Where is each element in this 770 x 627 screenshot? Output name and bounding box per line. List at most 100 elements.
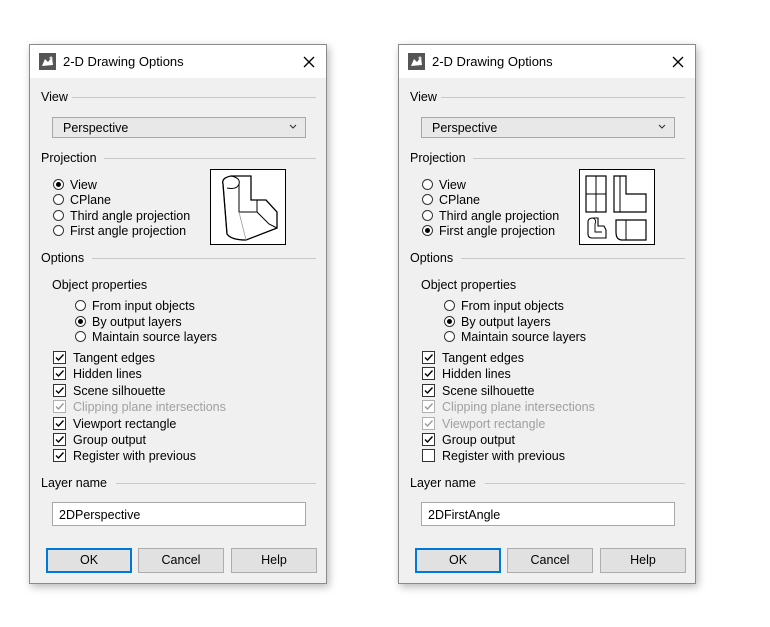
drawing-options-dialog-perspective: 2-D Drawing Options View Perspective Pro… — [29, 44, 327, 584]
checkbox-tangent-edges[interactable]: Tangent edges — [422, 350, 524, 365]
radio-button[interactable] — [444, 331, 455, 342]
checkbox-group-output[interactable]: Group output — [422, 432, 515, 447]
layer-name-input[interactable]: 2DPerspective — [52, 502, 306, 526]
checkbox-register-with-previous[interactable]: Register with previous — [422, 448, 565, 463]
checkmark-icon — [424, 436, 434, 444]
checkbox[interactable] — [422, 433, 435, 446]
radio-button[interactable] — [422, 179, 433, 190]
ok-button[interactable]: OK — [415, 548, 501, 573]
checkbox-label: Viewport rectangle — [442, 416, 546, 431]
checkbox-label: Hidden lines — [73, 366, 142, 381]
help-button[interactable]: Help — [600, 548, 686, 573]
checkbox[interactable] — [53, 367, 66, 380]
radio-button[interactable] — [75, 300, 86, 311]
checkbox[interactable] — [422, 367, 435, 380]
help-button[interactable]: Help — [231, 548, 317, 573]
checkmark-icon — [424, 354, 434, 362]
radio-button[interactable] — [444, 300, 455, 311]
object-properties-by-output-layers[interactable]: By output layers — [444, 314, 551, 329]
radio-button[interactable] — [53, 179, 64, 190]
object-properties-maintain-source[interactable]: Maintain source layers — [444, 329, 586, 344]
options-section-label: Options — [41, 251, 89, 265]
checkbox-scene-silhouette[interactable]: Scene silhouette — [422, 383, 534, 398]
perspective-shape-icon — [222, 175, 278, 241]
options-section-label: Options — [410, 251, 458, 265]
close-button[interactable] — [292, 45, 326, 78]
radio-button[interactable] — [444, 316, 455, 327]
checkbox-group-output[interactable]: Group output — [53, 432, 146, 447]
layer-name-value: 2DFirstAngle — [428, 508, 501, 522]
checkmark-icon — [424, 420, 434, 428]
object-properties-label: Object properties — [421, 278, 517, 292]
projection-option-view[interactable]: View — [422, 177, 466, 192]
projection-option-view[interactable]: View — [53, 177, 97, 192]
checkbox-tangent-edges[interactable]: Tangent edges — [53, 350, 155, 365]
object-properties-from-input[interactable]: From input objects — [444, 298, 564, 313]
layer-name-divider — [485, 483, 685, 484]
projection-option-cplane[interactable]: CPlane — [422, 192, 480, 207]
checkbox-scene-silhouette[interactable]: Scene silhouette — [53, 383, 165, 398]
checkbox-register-with-previous[interactable]: Register with previous — [53, 448, 196, 463]
view-section-label: View — [41, 90, 72, 104]
chevron-down-icon — [658, 124, 666, 129]
checkbox[interactable] — [53, 351, 66, 364]
checkbox-hidden-lines[interactable]: Hidden lines — [422, 366, 511, 381]
checkbox[interactable] — [422, 384, 435, 397]
chevron-down-icon — [289, 124, 297, 129]
checkbox-viewport-rectangle: Viewport rectangle — [422, 416, 545, 431]
projection-option-first-angle[interactable]: First angle projection — [422, 223, 555, 238]
radio-button[interactable] — [422, 194, 433, 205]
projection-divider — [473, 158, 685, 159]
view-select-value: Perspective — [432, 121, 498, 135]
checkbox-label: Clipping plane intersections — [442, 399, 595, 414]
radio-label: View — [439, 177, 466, 192]
layer-name-section-label: Layer name — [410, 476, 481, 490]
projection-preview-first-angle — [579, 169, 655, 245]
radio-button[interactable] — [422, 210, 433, 221]
radio-label: From input objects — [461, 298, 564, 313]
view-divider — [70, 97, 316, 98]
radio-button[interactable] — [53, 194, 64, 205]
projection-preview-perspective — [210, 169, 286, 245]
radio-button[interactable] — [53, 225, 64, 236]
view-select[interactable]: Perspective — [421, 117, 675, 138]
checkbox[interactable] — [53, 417, 66, 430]
object-properties-by-output-layers[interactable]: By output layers — [75, 314, 182, 329]
checkbox[interactable] — [53, 384, 66, 397]
layer-name-section-label: Layer name — [41, 476, 112, 490]
checkmark-icon — [55, 420, 65, 428]
radio-button[interactable] — [75, 331, 86, 342]
projection-option-third-angle[interactable]: Third angle projection — [53, 208, 190, 223]
close-button[interactable] — [661, 45, 695, 78]
object-properties-from-input[interactable]: From input objects — [75, 298, 195, 313]
dialog-title: 2-D Drawing Options — [432, 54, 553, 69]
projection-section-label: Projection — [410, 151, 470, 165]
checkbox-clipping-plane-intersections: Clipping plane intersections — [53, 399, 226, 414]
checkmark-icon — [424, 370, 434, 378]
checkbox-hidden-lines[interactable]: Hidden lines — [53, 366, 142, 381]
checkbox[interactable] — [422, 449, 435, 462]
view-select-value: Perspective — [63, 121, 129, 135]
cancel-button[interactable]: Cancel — [507, 548, 593, 573]
checkbox-label: Scene silhouette — [73, 383, 166, 398]
ok-button[interactable]: OK — [46, 548, 132, 573]
object-properties-maintain-source[interactable]: Maintain source layers — [75, 329, 217, 344]
radio-button[interactable] — [53, 210, 64, 221]
projection-option-third-angle[interactable]: Third angle projection — [422, 208, 559, 223]
checkbox[interactable] — [53, 449, 66, 462]
checkbox[interactable] — [53, 433, 66, 446]
title-bar[interactable]: 2-D Drawing Options — [30, 45, 326, 78]
checkbox-viewport-rectangle[interactable]: Viewport rectangle — [53, 416, 176, 431]
layer-name-input[interactable]: 2DFirstAngle — [421, 502, 675, 526]
radio-button[interactable] — [75, 316, 86, 327]
projection-option-cplane[interactable]: CPlane — [53, 192, 111, 207]
checkbox[interactable] — [422, 351, 435, 364]
cancel-button[interactable]: Cancel — [138, 548, 224, 573]
projection-option-first-angle[interactable]: First angle projection — [53, 223, 186, 238]
title-bar[interactable]: 2-D Drawing Options — [399, 45, 695, 78]
checkmark-icon — [55, 436, 65, 444]
checkbox-label: Group output — [442, 432, 515, 447]
radio-button[interactable] — [422, 225, 433, 236]
projection-divider — [104, 158, 316, 159]
view-select[interactable]: Perspective — [52, 117, 306, 138]
